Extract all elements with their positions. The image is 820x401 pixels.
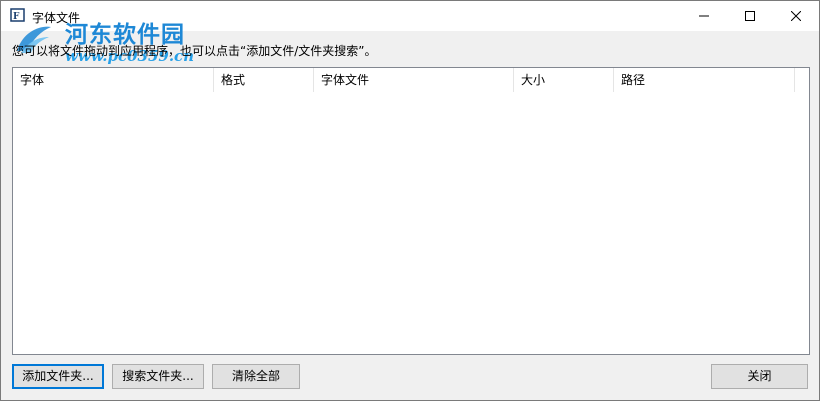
column-header-font[interactable]: 字体 — [13, 68, 214, 92]
maximize-button[interactable] — [727, 1, 773, 31]
column-header-format[interactable]: 格式 — [214, 68, 314, 92]
minimize-icon — [699, 15, 709, 17]
search-folder-button[interactable]: 搜索文件夹... — [112, 364, 204, 389]
add-folder-button[interactable]: 添加文件夹... — [12, 364, 104, 389]
list-header: 字体 格式 字体文件 大小 路径 — [13, 68, 795, 92]
hint-text: 您可以将文件拖动到应用程序，也可以点击“添加文件/文件夹搜索”。 — [12, 44, 377, 58]
close-icon — [791, 11, 801, 21]
close-window-button[interactable] — [773, 1, 819, 31]
clear-all-button[interactable]: 清除全部 — [212, 364, 300, 389]
column-header-size[interactable]: 大小 — [514, 68, 614, 92]
column-header-font-file[interactable]: 字体文件 — [314, 68, 514, 92]
font-file-list[interactable]: 字体 格式 字体文件 大小 路径 — [12, 67, 810, 355]
minimize-button[interactable] — [681, 1, 727, 31]
close-button[interactable]: 关闭 — [711, 364, 808, 389]
maximize-icon — [745, 11, 755, 21]
column-header-path[interactable]: 路径 — [614, 68, 795, 92]
main-window: F 字体文件 河东软件园 www.pc0359.cn 您可以将文件拖动到应用程序… — [0, 0, 820, 401]
